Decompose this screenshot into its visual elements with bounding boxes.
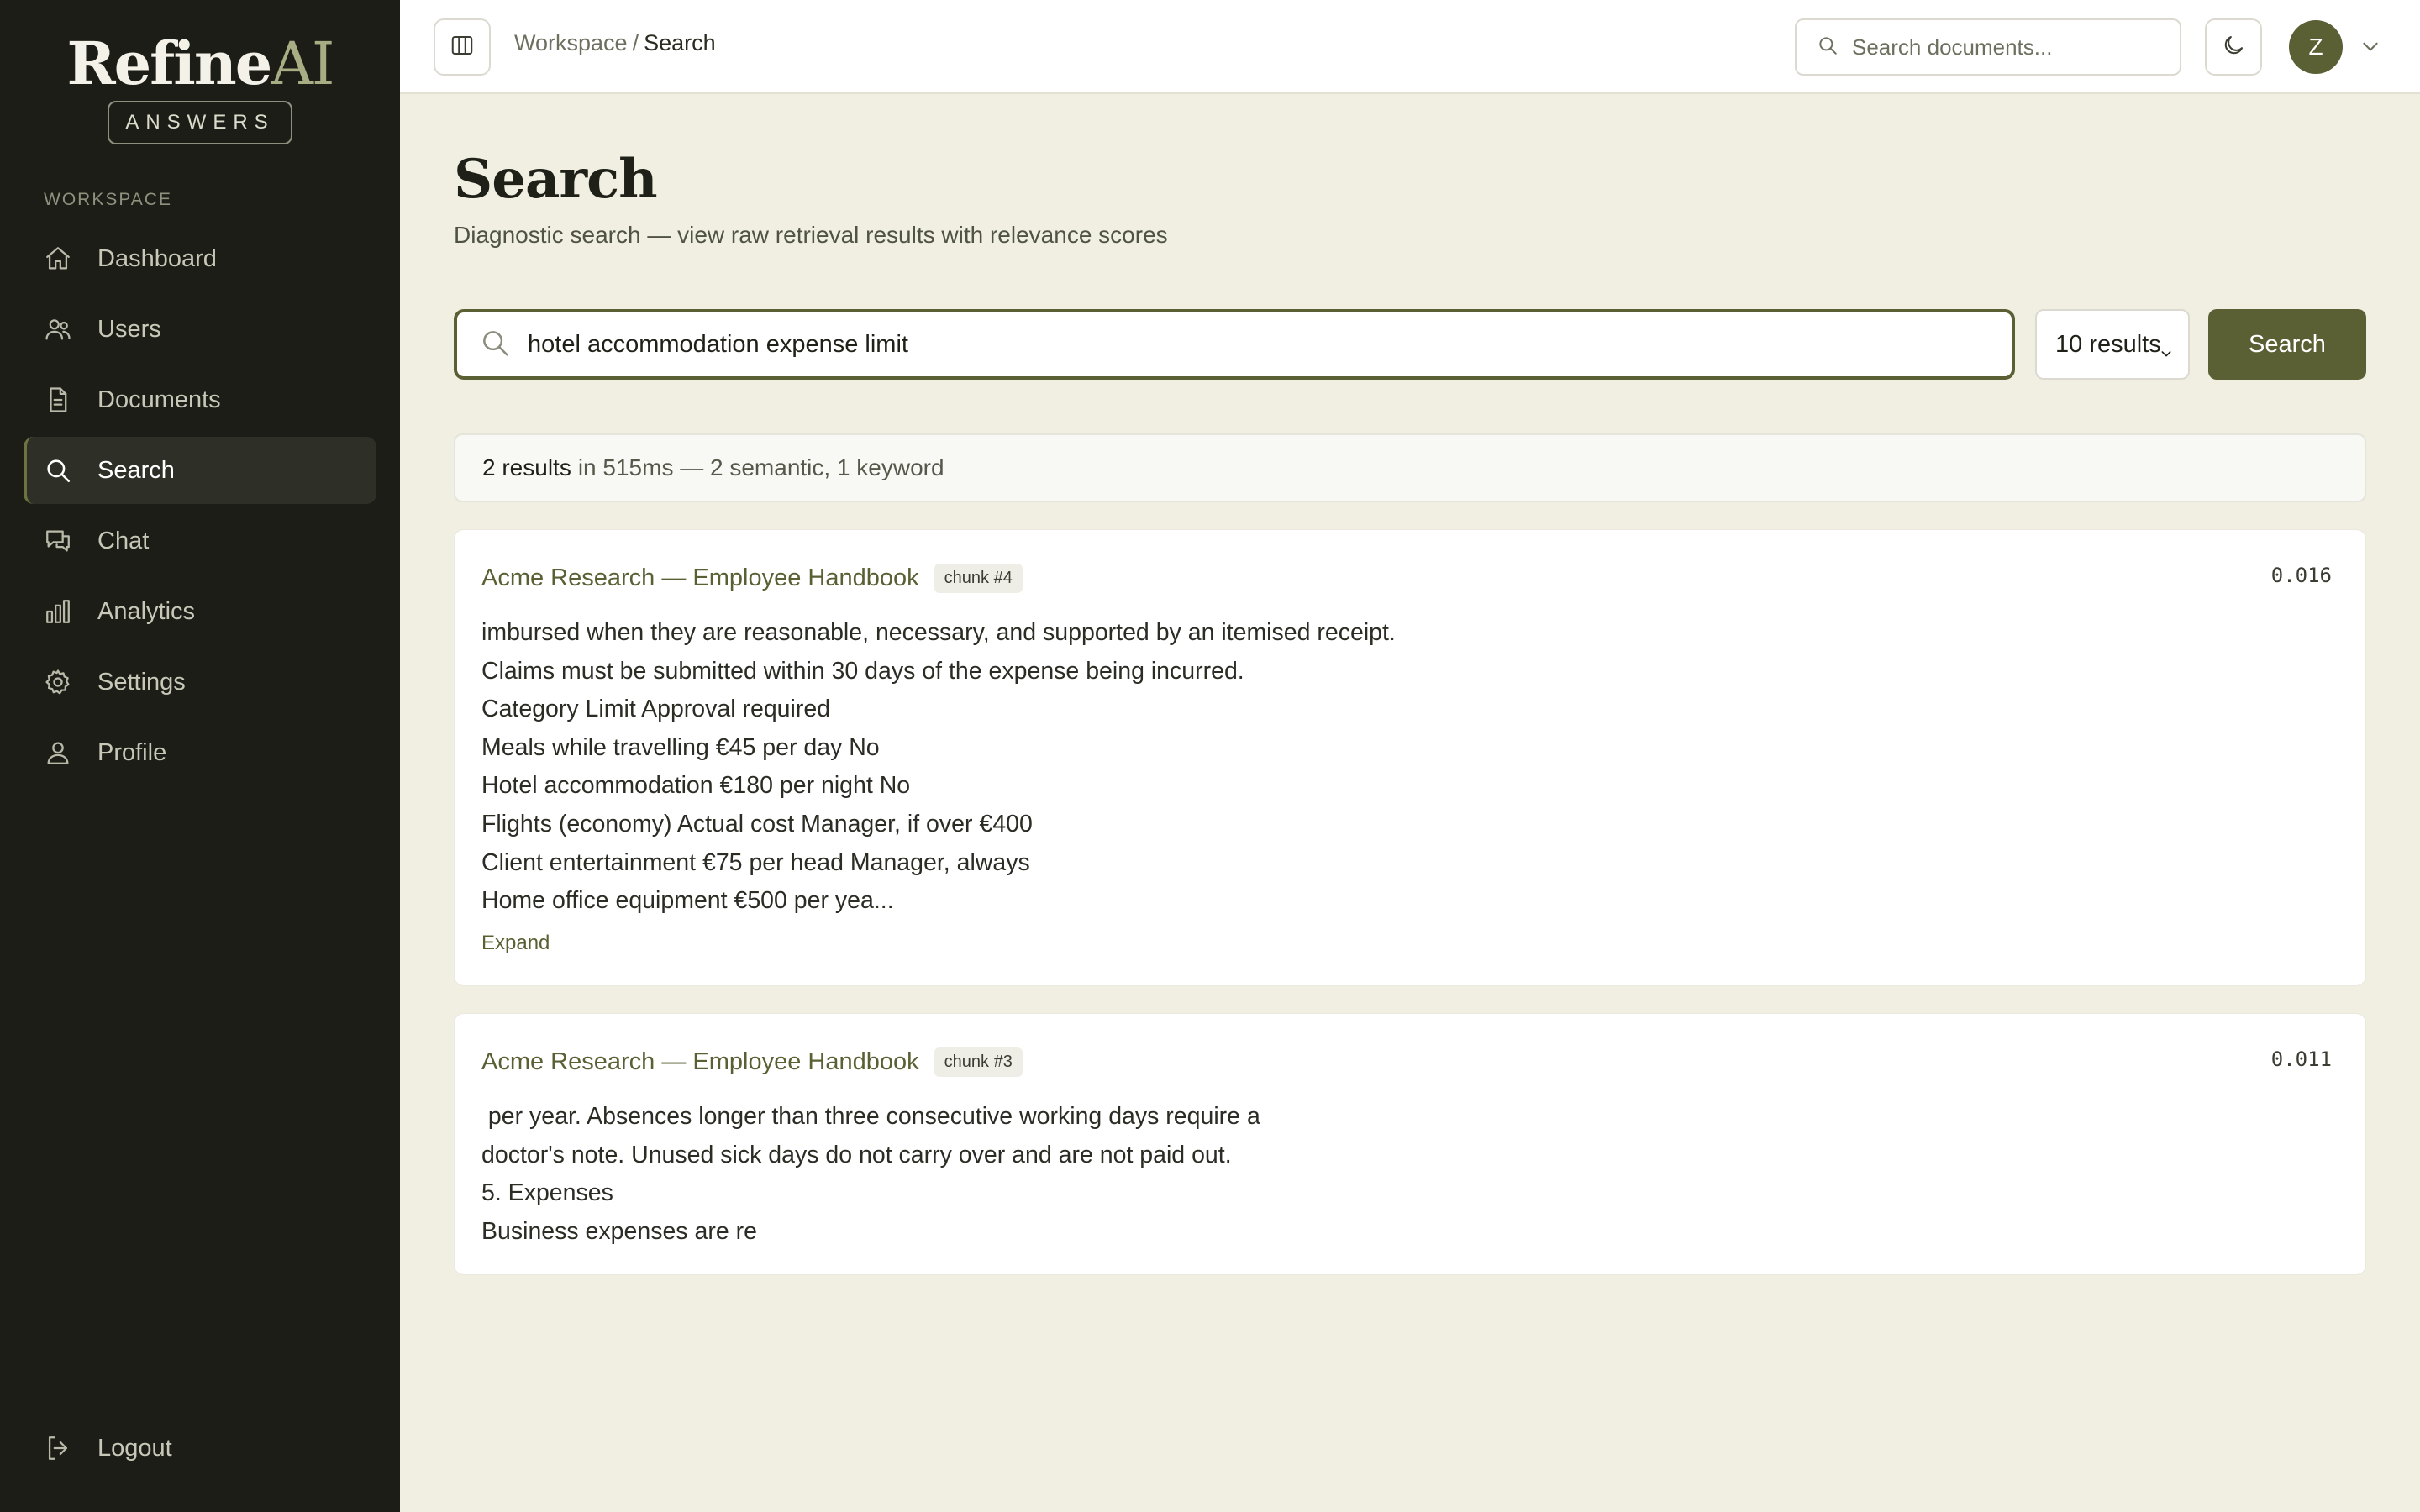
result-content: per year. Absences longer than three con… — [481, 1098, 2330, 1251]
chevron-down-icon — [2160, 339, 2173, 367]
chunk-badge: chunk #3 — [934, 1047, 1023, 1077]
result-title[interactable]: Acme Research — Employee Handbook — [481, 1048, 919, 1076]
results-limit-select[interactable]: 10 results — [2035, 309, 2190, 380]
search-icon — [479, 327, 511, 363]
sidebar-item-label: Dashboard — [97, 244, 217, 272]
sidebar-toggle-button[interactable] — [434, 18, 491, 76]
main-search-box[interactable] — [454, 309, 2015, 380]
theme-toggle-button[interactable] — [2205, 18, 2262, 76]
results-count: 2 results — [482, 454, 571, 480]
chevron-down-icon[interactable] — [2360, 35, 2381, 61]
sidebar-section-label: WORKSPACE — [44, 190, 172, 209]
search-query-input[interactable] — [528, 330, 2007, 359]
relevance-score: 0.011 — [2270, 1047, 2332, 1071]
result-card: Acme Research — Employee Handbook chunk … — [454, 529, 2366, 986]
logout-button[interactable]: Logout — [24, 1415, 376, 1482]
logo-main-text: Refine — [66, 29, 272, 98]
users-icon — [44, 315, 72, 344]
sidebar-item-analytics[interactable]: Analytics — [24, 578, 376, 645]
user-icon — [44, 738, 72, 767]
home-icon — [44, 244, 72, 273]
result-line: Client entertainment €75 per head Manage… — [481, 848, 1030, 876]
result-line: imbursed when they are reasonable, neces… — [481, 619, 1396, 646]
logout-label: Logout — [97, 1434, 172, 1462]
sidebar-item-documents[interactable]: Documents — [24, 366, 376, 433]
results-summary: 2 results in 515ms — 2 semantic, 1 keywo… — [454, 433, 2366, 502]
chat-icon — [44, 527, 72, 555]
search-button[interactable]: Search — [2208, 309, 2366, 380]
search-row: 10 results Search — [454, 309, 2366, 380]
document-icon — [44, 386, 72, 414]
sidebar-item-search[interactable]: Search — [24, 437, 376, 504]
result-line: per year. Absences longer than three con… — [481, 1103, 1260, 1130]
result-line: Category Limit Approval required — [481, 696, 831, 723]
brand-logo[interactable]: RefineAI ANSWERS — [0, 30, 400, 144]
breadcrumb: Workspace / Search — [514, 30, 716, 56]
top-search-input[interactable] — [1852, 34, 2171, 60]
panel-toggle-icon — [450, 33, 475, 62]
results-detail: in 515ms — 2 semantic, 1 keyword — [577, 454, 944, 480]
result-content: imbursed when they are reasonable, neces… — [481, 614, 2330, 921]
chunk-badge: chunk #4 — [934, 564, 1023, 593]
result-line: 5. Expenses — [481, 1179, 613, 1207]
top-search-box[interactable] — [1795, 18, 2181, 76]
gear-icon — [44, 668, 72, 696]
sidebar-item-users[interactable]: Users — [24, 296, 376, 363]
result-title[interactable]: Acme Research — Employee Handbook — [481, 564, 919, 592]
relevance-score: 0.016 — [2270, 564, 2332, 587]
sidebar: RefineAI ANSWERS WORKSPACE Dashboard Use… — [0, 0, 400, 1512]
logo-wordmark: RefineAI — [0, 29, 400, 98]
sidebar-item-label: Search — [97, 456, 175, 484]
sidebar-item-label: Users — [97, 315, 161, 343]
avatar[interactable]: Z — [2289, 20, 2343, 74]
logo-accent-text: AI — [271, 29, 334, 98]
results-limit-value: 10 results — [2055, 330, 2161, 358]
result-line: Flights (economy) Actual cost Manager, i… — [481, 810, 1033, 837]
result-header: Acme Research — Employee Handbook chunk … — [481, 1047, 1023, 1077]
result-line: Meals while travelling €45 per day No — [481, 733, 880, 761]
result-card: Acme Research — Employee Handbook chunk … — [454, 1013, 2366, 1275]
moon-icon — [2221, 33, 2246, 62]
search-icon — [1817, 34, 1839, 60]
sidebar-item-label: Documents — [97, 386, 221, 413]
sidebar-item-label: Settings — [97, 668, 186, 696]
sidebar-item-chat[interactable]: Chat — [24, 507, 376, 575]
sidebar-item-label: Analytics — [97, 597, 196, 625]
search-icon — [44, 456, 72, 485]
sidebar-item-settings[interactable]: Settings — [24, 648, 376, 716]
result-line: doctor's note. Unused sick days do not c… — [481, 1141, 1232, 1168]
result-line: Business expenses are re — [481, 1217, 757, 1245]
logout-icon — [44, 1434, 72, 1462]
breadcrumb-separator: / — [632, 30, 639, 55]
breadcrumb-current: Search — [644, 30, 716, 55]
sidebar-item-profile[interactable]: Profile — [24, 719, 376, 786]
sidebar-item-label: Profile — [97, 738, 167, 766]
result-line: Claims must be submitted within 30 days … — [481, 657, 1244, 685]
expand-link[interactable]: Expand — [481, 932, 550, 955]
logo-badge: ANSWERS — [108, 101, 292, 144]
breadcrumb-root[interactable]: Workspace — [514, 30, 628, 55]
sidebar-item-label: Chat — [97, 527, 150, 554]
sidebar-nav: Dashboard Users Documents Search Chat An… — [24, 225, 376, 790]
page-title: Search — [454, 148, 658, 211]
result-header: Acme Research — Employee Handbook chunk … — [481, 564, 1023, 593]
result-line: Home office equipment €500 per yea... — [481, 887, 894, 915]
top-bar: Workspace/Search Z — [400, 0, 2420, 94]
bar-chart-icon — [44, 597, 72, 626]
result-line: Hotel accommodation €180 per night No — [481, 772, 911, 800]
page-subtitle: Diagnostic search — view raw retrieval r… — [454, 222, 1168, 248]
sidebar-item-dashboard[interactable]: Dashboard — [24, 225, 376, 292]
